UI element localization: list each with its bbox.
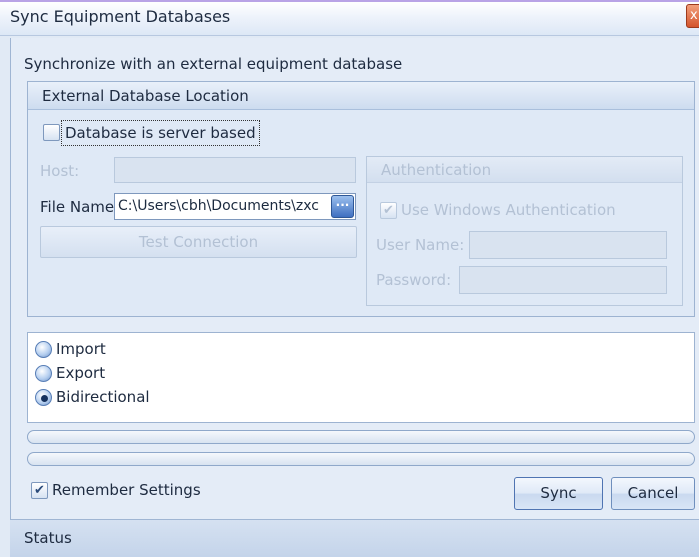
- progress-bar-overall: [27, 430, 695, 444]
- server-based-checkbox[interactable]: [43, 124, 60, 141]
- password-input[interactable]: [459, 266, 667, 294]
- external-database-group-title: External Database Location: [42, 87, 249, 105]
- file-name-input[interactable]: C:\Users\cbh\Documents\zxc: [114, 193, 356, 220]
- dialog-subtitle: Synchronize with an external equipment d…: [24, 55, 403, 73]
- bidirectional-radio[interactable]: [35, 389, 52, 406]
- remember-settings-checkbox[interactable]: ✔: [31, 482, 48, 499]
- file-name-label: File Name: [40, 198, 115, 216]
- sync-button[interactable]: Sync: [514, 477, 603, 510]
- user-name-label: User Name:: [376, 236, 465, 254]
- export-label[interactable]: Export: [56, 364, 105, 382]
- export-radio[interactable]: [35, 365, 52, 382]
- remember-settings-label[interactable]: Remember Settings: [52, 481, 201, 499]
- host-label: Host:: [40, 162, 80, 180]
- import-label[interactable]: Import: [56, 340, 106, 358]
- bidirectional-label[interactable]: Bidirectional: [56, 388, 150, 406]
- import-radio[interactable]: [35, 341, 52, 358]
- radio-selected-dot: [41, 395, 48, 402]
- checkmark-icon: ✔: [383, 203, 394, 218]
- close-button[interactable]: x: [686, 4, 699, 28]
- browse-file-button[interactable]: ···: [331, 195, 354, 218]
- server-based-label[interactable]: Database is server based: [61, 120, 260, 146]
- checkmark-icon: ✔: [34, 483, 45, 498]
- windows-auth-checkbox[interactable]: ✔: [380, 202, 397, 219]
- progress-bar-item: [27, 452, 695, 466]
- authentication-group-title: Authentication: [381, 161, 492, 179]
- test-connection-button[interactable]: Test Connection: [40, 226, 357, 258]
- status-text: Status: [24, 529, 72, 547]
- host-input[interactable]: [114, 157, 356, 183]
- windows-auth-label[interactable]: Use Windows Authentication: [401, 201, 616, 219]
- cancel-button[interactable]: Cancel: [611, 477, 695, 510]
- window-title: Sync Equipment Databases: [10, 7, 231, 26]
- status-bar: [10, 519, 699, 557]
- user-name-input[interactable]: [469, 231, 667, 259]
- password-label: Password:: [376, 271, 452, 289]
- sync-direction-group: [27, 332, 695, 423]
